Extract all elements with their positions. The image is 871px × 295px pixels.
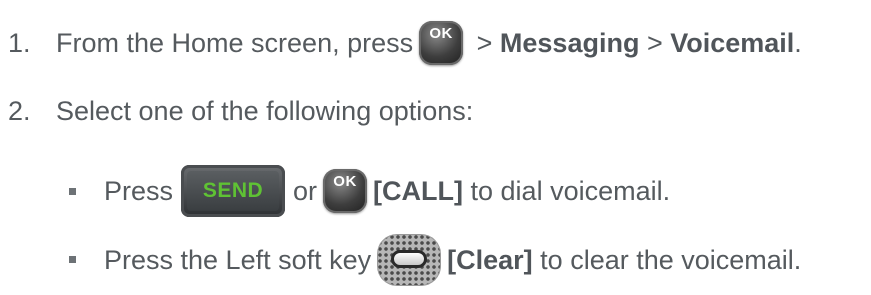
option-clear: Press the Left soft key [Clear] to clear…	[104, 232, 801, 288]
menu-messaging: Messaging	[499, 27, 640, 58]
option-call: Press SEND or OK [CALL] to dial voicemai…	[104, 163, 670, 219]
step-1: 1. From the Home screen, press OK > Mess…	[0, 16, 802, 70]
option-text: Press the Left soft key	[104, 244, 372, 275]
option-text: to dial voicemail.	[463, 175, 671, 206]
step-text: Select one of the following options:	[56, 95, 474, 126]
left-soft-key-icon	[377, 234, 442, 286]
step-number: 1.	[8, 27, 31, 58]
clear-label: [Clear]	[447, 244, 533, 275]
call-label: [CALL]	[373, 175, 464, 206]
separator: >	[639, 27, 671, 58]
ok-key-icon: OK	[323, 169, 368, 213]
ok-key-label: OK	[333, 173, 357, 190]
option-text: to clear the voicemail.	[532, 244, 802, 275]
separator: >	[469, 27, 500, 58]
bullet	[69, 256, 76, 263]
ok-key-label: OK	[429, 25, 453, 42]
or-text: or	[293, 175, 318, 206]
send-key-label: SEND	[202, 179, 264, 202]
ok-key-icon: OK	[419, 21, 464, 65]
bullet	[69, 188, 76, 195]
step-text: From the Home screen, press	[56, 27, 414, 58]
period: .	[794, 27, 802, 58]
send-key-icon: SEND	[181, 165, 286, 217]
option-text: Press	[104, 175, 174, 206]
menu-voicemail: Voicemail	[670, 27, 795, 58]
step-2: 2. Select one of the following options:	[0, 84, 473, 138]
step-number: 2.	[8, 95, 31, 126]
